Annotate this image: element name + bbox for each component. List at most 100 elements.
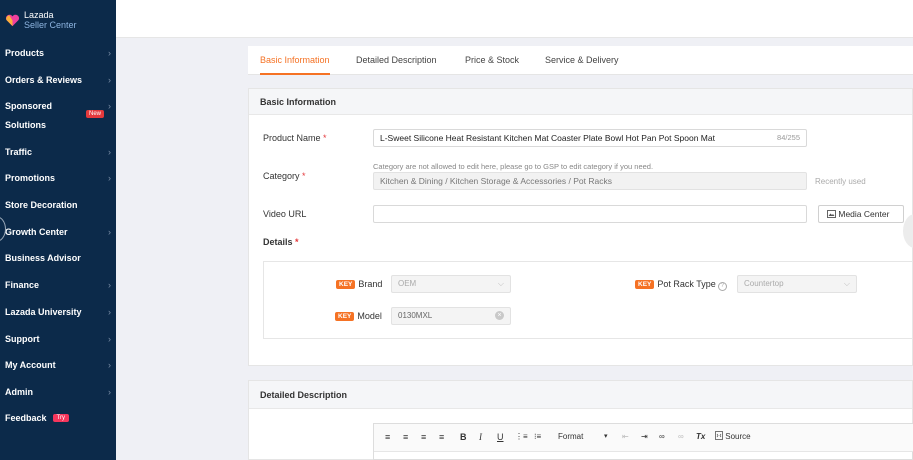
align-right-icon[interactable]: ≡ [421,430,426,444]
category-field: Kitchen & Dining / Kitchen Storage & Acc… [373,172,807,190]
product-name-label-text: Product Name [263,133,321,143]
caret-down-icon[interactable]: ▾ [604,430,608,444]
section-tabs: Basic Information Detailed Description P… [248,46,913,75]
editor-toolbar: ≡ ≡ ≡ ≡ B I U ⋮≡ ⁝≡ Format ▾ ⇤ ⇥ ∞ ∞ Tx … [374,424,913,452]
chevron-right-icon: › [108,387,111,397]
video-url-label: Video URL [263,209,307,219]
sidebar-item-label: Lazada University [5,307,82,317]
top-header [116,0,913,38]
key-badge: KEY [335,312,355,321]
info-icon[interactable]: ? [717,282,727,291]
sidebar-item-label: Store Decoration [5,200,78,210]
pot-rack-type-label-text: Pot Rack Type [657,279,716,289]
model-label-text: Model [357,311,382,321]
format-select[interactable]: Format [558,430,583,444]
ordered-list-icon[interactable]: ⋮≡ [515,430,528,444]
sidebar-item-traffic[interactable]: Traffic › [5,145,111,159]
chevron-right-icon: › [108,75,111,85]
brand-sub: Seller Center [24,20,77,30]
italic-button[interactable]: I [479,430,482,444]
sidebar-item-feedback[interactable]: Feedback Try [5,411,111,425]
model-input[interactable]: 0130MXL × [391,307,511,325]
underline-button[interactable]: U [497,430,504,444]
sidebar-item-admin[interactable]: Admin › [5,385,111,399]
recently-used-link[interactable]: Recently used [815,177,866,186]
key-badge: KEY [336,280,356,289]
required-mark: * [295,237,299,247]
sidebar-item-finance[interactable]: Finance › [5,278,111,292]
chevron-right-icon: › [108,227,111,237]
chevron-right-icon: › [108,101,111,111]
bullet-list-icon[interactable]: ⁝≡ [534,430,541,444]
model-value: 0130MXL [398,311,433,320]
bold-button[interactable]: B [460,430,467,444]
chevron-right-icon: › [108,173,111,183]
key-badge: KEY [635,280,655,289]
sidebar-item-label: Feedback [5,413,47,423]
sidebar-item-label: Admin [5,387,33,397]
media-center-button[interactable]: Media Center [818,205,904,223]
sidebar-item-lazada-university[interactable]: Lazada University › [5,305,111,319]
try-badge: Try [52,414,69,422]
video-url-input[interactable] [373,205,807,223]
sidebar-item-label: Products [5,48,45,58]
basic-information-heading: Basic Information [249,89,912,115]
model-attr-label: KEY Model [335,311,382,321]
align-center-icon[interactable]: ≡ [403,430,408,444]
sidebar: Lazada Seller Center Products › Orders & R… [0,0,116,460]
align-left-icon[interactable]: ≡ [385,430,390,444]
pot-rack-type-select[interactable]: Countertop ⌵ [737,275,857,293]
source-label: Source [725,432,751,441]
sidebar-item-support[interactable]: Support › [5,332,111,346]
clear-icon[interactable]: × [495,311,504,320]
unlink-icon[interactable]: ∞ [678,430,684,444]
sidebar-item-business-advisor[interactable]: Business Advisor [5,251,111,265]
sidebar-item-orders-reviews[interactable]: Orders & Reviews › [5,73,111,87]
sidebar-item-label: Support [5,334,40,344]
brand-text: Lazada Seller Center [24,10,77,30]
brand-name: Lazada [24,10,54,20]
tab-basic-information[interactable]: Basic Information [260,46,330,75]
sidebar-item-products[interactable]: Products › [5,46,111,60]
sidebar-item-store-decoration[interactable]: Store Decoration [5,198,111,212]
category-label: Category * [263,171,306,181]
sidebar-item-growth-center[interactable]: Growth Center › [5,225,111,239]
required-mark: * [302,171,306,181]
chevron-right-icon: › [108,280,111,290]
sidebar-item-label: Sponsored [5,101,53,111]
source-button[interactable]: Source [715,430,751,444]
tab-detailed-description[interactable]: Detailed Description [356,46,437,75]
link-icon[interactable]: ∞ [659,430,665,444]
clear-format-icon[interactable]: Tx [696,430,705,444]
chevron-right-icon: › [108,147,111,157]
sidebar-item-my-account[interactable]: My Account › [5,358,111,372]
product-name-label: Product Name * [263,133,327,143]
sidebar-item-label: Solutions [5,120,46,130]
sidebar-item-label: Orders & Reviews [5,75,83,85]
sidebar-item-label: Finance [5,280,40,290]
lazada-logo[interactable]: Lazada Seller Center [5,8,77,32]
indent-icon[interactable]: ⇥ [641,430,648,444]
heart-logo-icon [5,14,20,26]
brand-attr-label: KEY Brand [336,279,382,289]
sidebar-item-label: Traffic [5,147,33,157]
pot-rack-type-attr-label: KEY Pot Rack Type? [635,279,727,291]
product-name-input[interactable]: L-Sweet Silicone Heat Resistant Kitchen … [373,129,807,147]
chevron-right-icon: › [108,48,111,58]
required-mark: * [323,133,327,143]
rich-text-editor[interactable]: ≡ ≡ ≡ ≡ B I U ⋮≡ ⁝≡ Format ▾ ⇤ ⇥ ∞ ∞ Tx … [373,423,913,460]
tab-service-delivery[interactable]: Service & Delivery [545,46,619,75]
media-center-label: Media Center [838,209,890,219]
tab-price-stock[interactable]: Price & Stock [465,46,519,75]
brand-select[interactable]: OEM ⌵ [391,275,511,293]
details-label: Details * [263,237,299,247]
sidebar-item-promotions[interactable]: Promotions › [5,171,111,185]
chevron-right-icon: › [108,307,111,317]
align-justify-icon[interactable]: ≡ [439,430,444,444]
product-name-value: L-Sweet Silicone Heat Resistant Kitchen … [380,133,715,143]
sidebar-item-solutions[interactable]: Solutions [5,118,111,132]
details-box [263,261,913,339]
char-counter: 84/255 [777,133,800,142]
outdent-icon[interactable]: ⇤ [622,430,629,444]
sidebar-item-label: Promotions [5,173,56,183]
